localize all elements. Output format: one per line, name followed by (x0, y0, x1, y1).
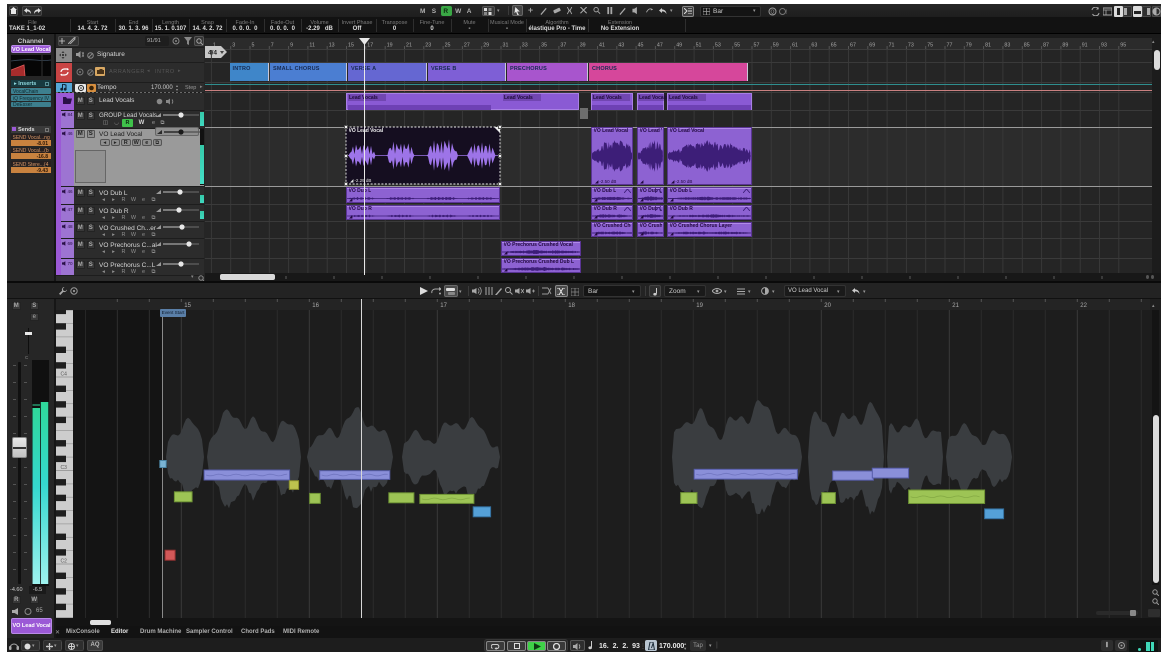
svg-text:Q: Q (771, 9, 775, 15)
svg-text:22: 22 (1080, 303, 1087, 309)
svg-text:31: 31 (503, 43, 509, 49)
svg-text:77: 77 (947, 43, 953, 49)
svg-text:21: 21 (952, 303, 959, 309)
svg-text:33: 33 (522, 43, 528, 49)
svg-text:49: 49 (676, 43, 682, 49)
svg-text:35: 35 (541, 43, 547, 49)
svg-text:55: 55 (734, 43, 740, 49)
svg-text:21: 21 (406, 43, 412, 49)
svg-text:63: 63 (811, 43, 817, 49)
svg-text:89: 89 (1062, 43, 1068, 49)
svg-text:67: 67 (850, 43, 856, 49)
svg-text:25: 25 (445, 43, 451, 49)
svg-text:C4: C4 (61, 372, 68, 378)
svg-text:93: 93 (1101, 43, 1107, 49)
svg-text:C2: C2 (61, 559, 68, 565)
svg-text:5: 5 (252, 43, 255, 49)
svg-text:C3: C3 (61, 465, 68, 471)
svg-text:65: 65 (831, 43, 837, 49)
svg-text:51: 51 (696, 43, 702, 49)
svg-text:20: 20 (824, 303, 831, 309)
svg-text:3: 3 (232, 43, 235, 49)
svg-text:15: 15 (348, 43, 354, 49)
svg-text:29: 29 (483, 43, 489, 49)
svg-text:73: 73 (908, 43, 914, 49)
svg-text:57: 57 (754, 43, 760, 49)
svg-text:81: 81 (985, 43, 991, 49)
svg-text:95: 95 (1120, 43, 1126, 49)
svg-text:61: 61 (792, 43, 798, 49)
svg-text:11: 11 (309, 43, 315, 49)
svg-text:75: 75 (927, 43, 933, 49)
svg-text:87: 87 (1043, 43, 1049, 49)
svg-text:9: 9 (290, 43, 293, 49)
svg-text:39: 39 (580, 43, 586, 49)
svg-text:79: 79 (966, 43, 972, 49)
svg-text:18: 18 (568, 303, 575, 309)
svg-text:83: 83 (1004, 43, 1010, 49)
svg-text:13: 13 (329, 43, 335, 49)
svg-text:47: 47 (657, 43, 663, 49)
svg-text:43: 43 (618, 43, 624, 49)
svg-text:23: 23 (425, 43, 431, 49)
svg-text:7: 7 (271, 43, 274, 49)
svg-text:91: 91 (1082, 43, 1088, 49)
svg-text:59: 59 (773, 43, 779, 49)
svg-text:19: 19 (387, 43, 393, 49)
svg-text:27: 27 (464, 43, 470, 49)
svg-text:19: 19 (696, 303, 703, 309)
svg-text:53: 53 (715, 43, 721, 49)
svg-text:45: 45 (638, 43, 644, 49)
svg-text:!: ! (786, 10, 788, 16)
svg-text:85: 85 (1024, 43, 1030, 49)
svg-text:71: 71 (889, 43, 895, 49)
svg-text:41: 41 (599, 43, 605, 49)
svg-text:17: 17 (440, 303, 447, 309)
svg-text:37: 37 (560, 43, 566, 49)
svg-text:16: 16 (312, 303, 319, 309)
svg-text:69: 69 (869, 43, 875, 49)
